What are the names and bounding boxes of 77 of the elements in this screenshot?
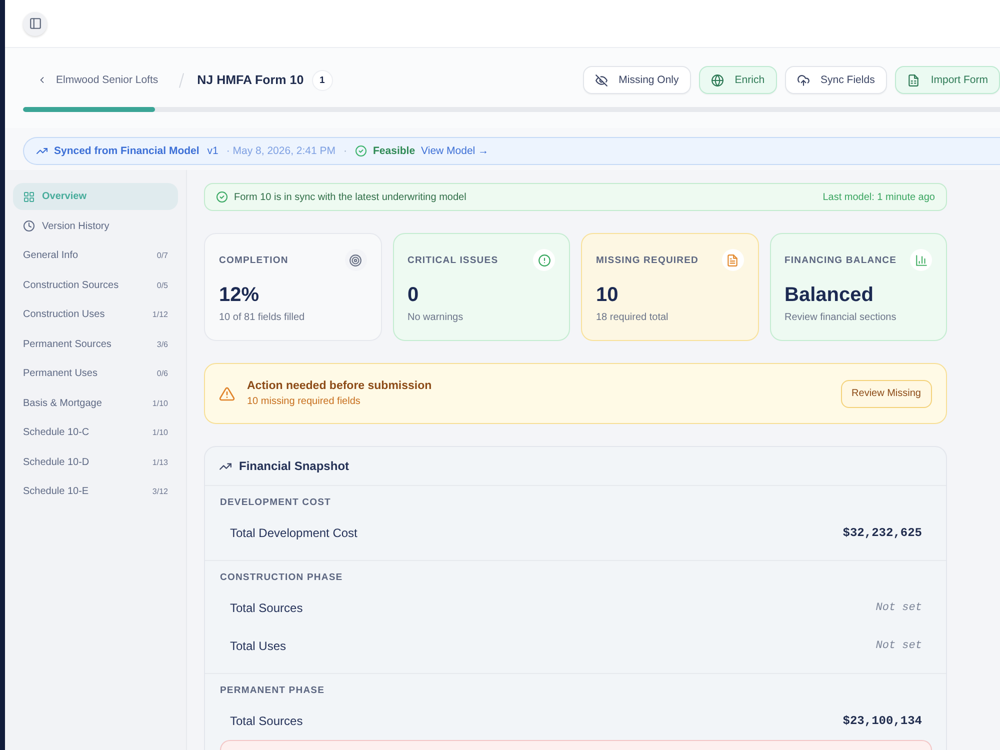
item-count: 1/12 bbox=[152, 310, 168, 319]
stat-detail: No warnings bbox=[408, 311, 464, 325]
row-label: Total Development Cost bbox=[230, 526, 358, 540]
bar-chart-icon bbox=[910, 249, 932, 271]
item-count: 0/6 bbox=[156, 369, 168, 378]
row-value: $32,232,625 bbox=[842, 526, 922, 540]
enrich-button[interactable]: Enrich bbox=[698, 66, 777, 94]
section-heading: CONSTRUCTION PHASE bbox=[220, 571, 344, 585]
review-missing-button[interactable]: Review Missing bbox=[840, 380, 932, 408]
stat-detail: 18 required total bbox=[596, 311, 670, 325]
sidebar-item[interactable]: General Info 0/7 bbox=[13, 242, 178, 269]
panel-icon bbox=[28, 17, 42, 30]
view-model-link[interactable]: View Model → bbox=[421, 145, 489, 157]
stat-detail: Review financial sections bbox=[784, 311, 898, 325]
stat-detail: 10 of 81 fields filled bbox=[219, 311, 306, 325]
import-button[interactable]: Import Form bbox=[894, 66, 1000, 94]
check-circle-icon bbox=[355, 145, 368, 157]
row-label: Total Sources bbox=[230, 601, 303, 615]
document-icon bbox=[722, 249, 744, 271]
alert-circle-icon bbox=[533, 249, 555, 271]
cloud-upload-icon bbox=[796, 74, 810, 86]
sidebar-item[interactable]: Version History bbox=[13, 212, 178, 240]
sidebar-item[interactable]: Construction Sources 0/5 bbox=[13, 272, 178, 298]
item-count: 1/10 bbox=[152, 428, 168, 437]
row-label: Total Uses bbox=[230, 639, 286, 653]
section-heading: PERMANENT PHASE bbox=[220, 684, 326, 698]
sync-message: Form 10 is in sync with the latest underwriting model bbox=[234, 192, 466, 202]
sync-timestamp: · May 8, 2026, 2:41 PM bbox=[226, 145, 336, 157]
row-label: Total Sources bbox=[230, 714, 303, 728]
grid-icon bbox=[23, 190, 35, 202]
sidebar-item[interactable]: Basis & Mortgage 1/10 bbox=[13, 390, 178, 416]
target-icon bbox=[344, 249, 366, 271]
sync-source: Synced from Financial Model bbox=[54, 145, 200, 157]
breadcrumb-link[interactable]: Elmwood Senior Lofts bbox=[37, 74, 158, 86]
section-heading: DEVELOPMENT COST bbox=[220, 496, 332, 510]
sidebar-item[interactable]: Schedule 10-D 1/13 bbox=[13, 448, 178, 476]
sync-button[interactable]: Sync Fields bbox=[784, 66, 887, 94]
sidebar-item[interactable]: Permanent Uses 0/6 bbox=[13, 360, 178, 387]
stat-label: FINANCING BALANCE bbox=[784, 254, 897, 266]
item-count: 3/12 bbox=[152, 487, 168, 496]
sidebar-item[interactable]: Construction Uses 1/12 bbox=[13, 301, 178, 328]
item-count: 1/10 bbox=[152, 398, 168, 408]
sidebar-item[interactable]: Schedule 10-E 3/12 bbox=[13, 478, 178, 505]
sidebar-item[interactable]: Schedule 10-C 1/10 bbox=[13, 419, 178, 446]
clock-icon bbox=[23, 220, 35, 232]
stat-value: 10 bbox=[596, 283, 620, 307]
row-value: $23,100,134 bbox=[842, 714, 922, 728]
stat-label: CRITICAL ISSUES bbox=[408, 254, 498, 266]
globe-icon bbox=[710, 74, 724, 86]
sidebar-item[interactable]: Permanent Sources 3/6 bbox=[13, 330, 178, 358]
check-circle-icon bbox=[216, 191, 228, 203]
stat-label: COMPLETION bbox=[219, 254, 288, 266]
stat-label: MISSING REQUIRED bbox=[596, 254, 698, 266]
item-count: 1/13 bbox=[152, 458, 168, 466]
sidebar-toggle-button[interactable] bbox=[23, 12, 47, 36]
stat-value: 0 bbox=[408, 283, 420, 307]
item-count: 3/6 bbox=[156, 340, 168, 348]
feasibility-status: Feasible bbox=[373, 145, 416, 157]
trend-up-icon bbox=[36, 145, 48, 157]
version-label: v1 bbox=[207, 145, 218, 157]
filter-button[interactable]: Missing Only bbox=[582, 66, 691, 94]
page-title: NJ HMFA Form 10 bbox=[197, 73, 304, 87]
count-badge: 1 bbox=[312, 70, 333, 90]
last-model-time: Last model: 1 minute ago bbox=[822, 192, 935, 202]
spreadsheet-icon bbox=[906, 74, 920, 86]
warning-icon bbox=[219, 386, 235, 402]
eye-off-icon bbox=[594, 74, 608, 86]
dot-separator: · bbox=[344, 145, 348, 157]
alert-title: Action needed before submission bbox=[247, 380, 432, 392]
stat-value: 12% bbox=[219, 283, 260, 307]
row-value: Not set bbox=[876, 640, 922, 652]
row-value: Not set bbox=[876, 602, 922, 614]
card-title: Financial Snapshot bbox=[239, 459, 350, 473]
stat-value: Balanced bbox=[784, 283, 874, 307]
item-count: 0/5 bbox=[156, 280, 168, 290]
alert-detail: 10 missing required fields bbox=[247, 396, 362, 407]
item-count: 0/7 bbox=[156, 251, 168, 260]
